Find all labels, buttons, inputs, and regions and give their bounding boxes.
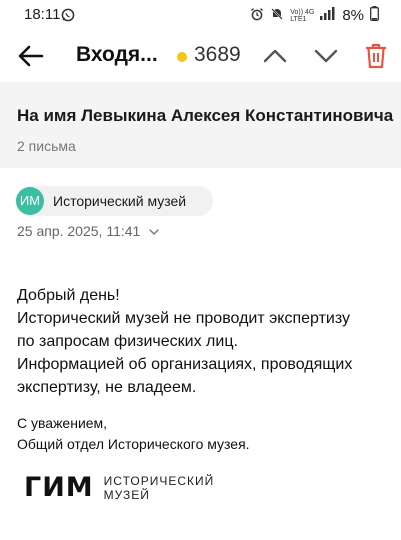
body-line: Информацией об организациях, проводящих xyxy=(17,356,353,373)
back-arrow-icon[interactable] xyxy=(16,43,44,69)
letters-count: 2 письма xyxy=(17,138,76,154)
thread-header: На имя Левыкина Алексея Константиновича … xyxy=(0,82,401,168)
status-bar: 18:11 Vo)) 4G LTE1 8% xyxy=(0,0,401,30)
logo-mark: ГИМ xyxy=(24,472,94,503)
signal-icon xyxy=(320,7,336,24)
museum-logo: ГИМ ИСТОРИЧЕСКИЙ МУЗЕЙ xyxy=(24,472,214,503)
unread-count: 3689 xyxy=(194,43,241,66)
sender-name[interactable]: Исторический музей xyxy=(53,193,186,209)
body-line: Добрый день! xyxy=(17,287,120,304)
battery-level: 8% xyxy=(342,7,364,24)
unread-dot-icon xyxy=(177,52,187,62)
app-bar: Входя... 3689 xyxy=(0,30,401,82)
alarm-icon xyxy=(250,7,264,25)
body-line: по запросам физических лиц. xyxy=(17,333,238,350)
body-line: экспертизу, не владеем. xyxy=(17,379,197,396)
trash-icon[interactable] xyxy=(365,43,387,69)
avatar[interactable]: ИМ xyxy=(16,187,44,215)
thread-subject: На имя Левыкина Алексея Константиновича xyxy=(17,106,394,125)
signature-line: С уважением, xyxy=(17,415,108,431)
status-time: 18:11 xyxy=(24,6,61,23)
network-label: Vo)) 4G LTE1 xyxy=(290,8,315,23)
battery-icon xyxy=(370,6,379,25)
previous-message-chevron-up-icon[interactable] xyxy=(262,44,288,68)
body-line: Исторический музей не проводит экспертиз… xyxy=(17,310,350,327)
next-message-chevron-down-icon[interactable] xyxy=(313,44,339,68)
mute-icon xyxy=(270,7,284,25)
folder-title[interactable]: Входя... xyxy=(76,43,158,67)
message-body: Добрый день! Исторический музей не прово… xyxy=(17,284,352,399)
status-icons: Vo)) 4G LTE1 8% xyxy=(250,6,379,25)
message-date[interactable]: 25 апр. 2025, 11:41 xyxy=(17,223,140,239)
signature: С уважением, Общий отдел Исторического м… xyxy=(17,413,250,455)
whatsapp-icon xyxy=(61,8,75,27)
signature-line: Общий отдел Исторического музея. xyxy=(17,436,250,452)
logo-text: ИСТОРИЧЕСКИЙ МУЗЕЙ xyxy=(103,473,215,502)
chevron-down-icon[interactable] xyxy=(148,225,160,237)
